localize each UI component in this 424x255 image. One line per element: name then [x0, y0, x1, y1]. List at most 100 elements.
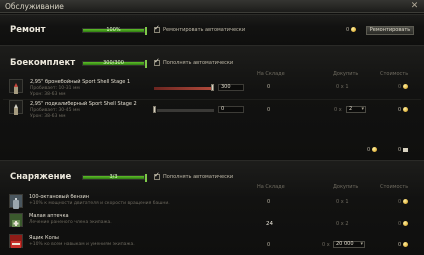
shell-2-dmg: Урон: 38-63 мм: [30, 114, 66, 119]
shell-2-cost: 0: [398, 107, 408, 113]
shell-1-slider-track[interactable]: [154, 87, 214, 90]
cola-crate-icon: [9, 234, 23, 248]
ammo-total-gold: 0: [398, 147, 408, 153]
credits-icon: [371, 147, 377, 152]
shell-1-cost: 0: [398, 84, 408, 90]
equipment-2-cost-value: 0: [398, 221, 402, 227]
ammo-progress-bar: 300/300: [82, 60, 147, 68]
shell-apcr-glyph: [14, 104, 18, 115]
shell-2-buy-value: 2: [349, 106, 353, 112]
equipment-3-name: Ящик Колы: [29, 235, 59, 241]
gold-icon: [402, 147, 408, 152]
equipment-1-cost-value: 0: [398, 199, 402, 205]
repair-button[interactable]: Ремонтировать: [366, 26, 414, 35]
equipment-2-cost: 0: [398, 221, 408, 227]
shell-1-buy: 0 x 1: [336, 84, 349, 90]
shell-2-name: 2,95" подкалиберный Sport Shell Stage 2: [30, 101, 137, 107]
equipment-panel: Снаряжение 3/3 Пополнять автоматически Н…: [0, 160, 424, 255]
ammo-col-buy: Докупить: [333, 71, 359, 77]
shell-1-slider-handle[interactable]: [211, 84, 214, 91]
shell-1-name: 2,95" бронебойный Sport Shell Stage 1: [30, 79, 131, 85]
cola-crate-glyph: [11, 241, 21, 248]
shell-ap-icon: [9, 79, 23, 94]
ammo-progress-cap: [145, 60, 147, 68]
equipment-progress-cap: [145, 174, 147, 182]
repair-progress-label: 100%: [106, 27, 121, 33]
shell-2-count-field[interactable]: 0: [218, 106, 244, 113]
ammo-total-gold-value: 0: [398, 147, 402, 153]
equipment-3-cost: 0: [398, 242, 408, 248]
repair-progress-cap: [145, 27, 147, 35]
repair-panel: Ремонт 100% Ремонтировать автоматически …: [0, 14, 424, 44]
shell-2-buy-dropdown[interactable]: 2 ▾: [346, 106, 366, 113]
equipment-col-cost: Стоимость: [380, 184, 409, 190]
repair-progress-bar: 100%: [82, 27, 147, 35]
equipment-1-stock: 0: [267, 199, 271, 205]
equipment-title: Снаряжение: [10, 172, 72, 182]
first-aid-icon: [9, 213, 23, 227]
shell-2-slider-track[interactable]: [157, 109, 214, 112]
shell-2-slider-handle[interactable]: [153, 106, 156, 113]
repair-title: Ремонт: [10, 25, 46, 35]
equipment-3-buy-value: 20 000: [336, 241, 354, 247]
ammo-col-cost: Стоимость: [380, 71, 409, 77]
equipment-progress-bar: 3/3: [82, 174, 147, 182]
equipment-3-desc: +10% ко всем навыкам и умениям экипажа.: [29, 242, 135, 247]
shell-ap-glyph: [14, 83, 18, 94]
equipment-auto-label: Пополнять автоматически: [163, 174, 234, 180]
equipment-auto-checkbox[interactable]: [154, 171, 160, 180]
equipment-3-cost-value: 0: [398, 242, 402, 248]
first-aid-glyph: [12, 220, 20, 227]
shell-1-dmg: Урон: 38-63 мм: [30, 92, 66, 97]
equipment-3-stock: 0: [267, 242, 271, 248]
equipment-2-buy: 0 x 2: [336, 221, 349, 227]
equipment-2-name: Малая аптечка: [29, 213, 69, 219]
shell-1-pen: Пробивает: 10-31 мм: [30, 86, 80, 91]
equipment-col-buy: Докупить: [333, 184, 359, 190]
shell-2-cost-value: 0: [398, 107, 402, 113]
ammo-title: Боекомплект: [10, 58, 76, 68]
ammo-panel: Боекомплект 300/300 Пополнять автоматиче…: [0, 45, 424, 159]
equipment-col-stock: На Складе: [257, 184, 285, 190]
ammo-divider-1: [3, 99, 421, 100]
credits-icon: [402, 199, 408, 204]
credits-icon: [402, 84, 408, 89]
shell-1-count-field[interactable]: 300: [218, 84, 244, 91]
equipment-3-buy-dropdown[interactable]: 20 000 ▾: [333, 241, 365, 248]
ammo-auto-label: Пополнять автоматически: [163, 60, 234, 66]
equipment-1-name: 100-октановый бензин: [29, 194, 90, 200]
shell-1-cost-value: 0: [398, 84, 402, 90]
equipment-1-buy: 0 x 1: [336, 199, 349, 205]
ammo-auto-checkbox[interactable]: [154, 57, 160, 66]
equipment-1-cost: 0: [398, 199, 408, 205]
fuel-icon: [9, 194, 23, 209]
repair-auto-label: Ремонтировать автоматически: [163, 27, 246, 33]
credits-icon: [350, 27, 356, 32]
repair-auto-checkbox[interactable]: [154, 24, 160, 33]
equipment-progress-label: 3/3: [109, 174, 118, 180]
equipment-3-buy-prefix: 0 x: [322, 242, 330, 248]
equipment-2-stock: 24: [266, 221, 273, 227]
ammo-col-stock: На Складе: [257, 71, 285, 77]
shell-2-buy-prefix: 0 x: [334, 107, 342, 113]
shell-1-stock: 0: [267, 84, 271, 90]
fuel-glyph: [13, 198, 19, 209]
repair-cost-value: 0: [346, 27, 350, 33]
window-titlebar: Обслуживание ✕: [0, 0, 424, 13]
ammo-progress-label: 300/300: [103, 60, 124, 66]
equipment-2-desc: Лечение раненого члена экипажа.: [29, 220, 112, 225]
ammo-total-credits: 0: [367, 147, 377, 153]
repair-cost: 0: [346, 27, 356, 33]
chevron-down-icon: ▾: [360, 241, 363, 247]
ammo-total-credits-value: 0: [367, 147, 371, 153]
window-title: Обслуживание: [5, 2, 64, 11]
chevron-down-icon: ▾: [361, 106, 364, 112]
equipment-1-desc: +10% к мощности двигателя и скорости вра…: [29, 201, 170, 206]
shell-2-stock: 0: [267, 107, 271, 113]
close-icon[interactable]: ✕: [409, 1, 420, 11]
credits-icon: [402, 242, 408, 247]
credits-icon: [402, 221, 408, 226]
credits-icon: [402, 107, 408, 112]
shell-2-pen: Пробивает: 30-45 мм: [30, 108, 80, 113]
shell-apcr-icon: [9, 100, 23, 115]
